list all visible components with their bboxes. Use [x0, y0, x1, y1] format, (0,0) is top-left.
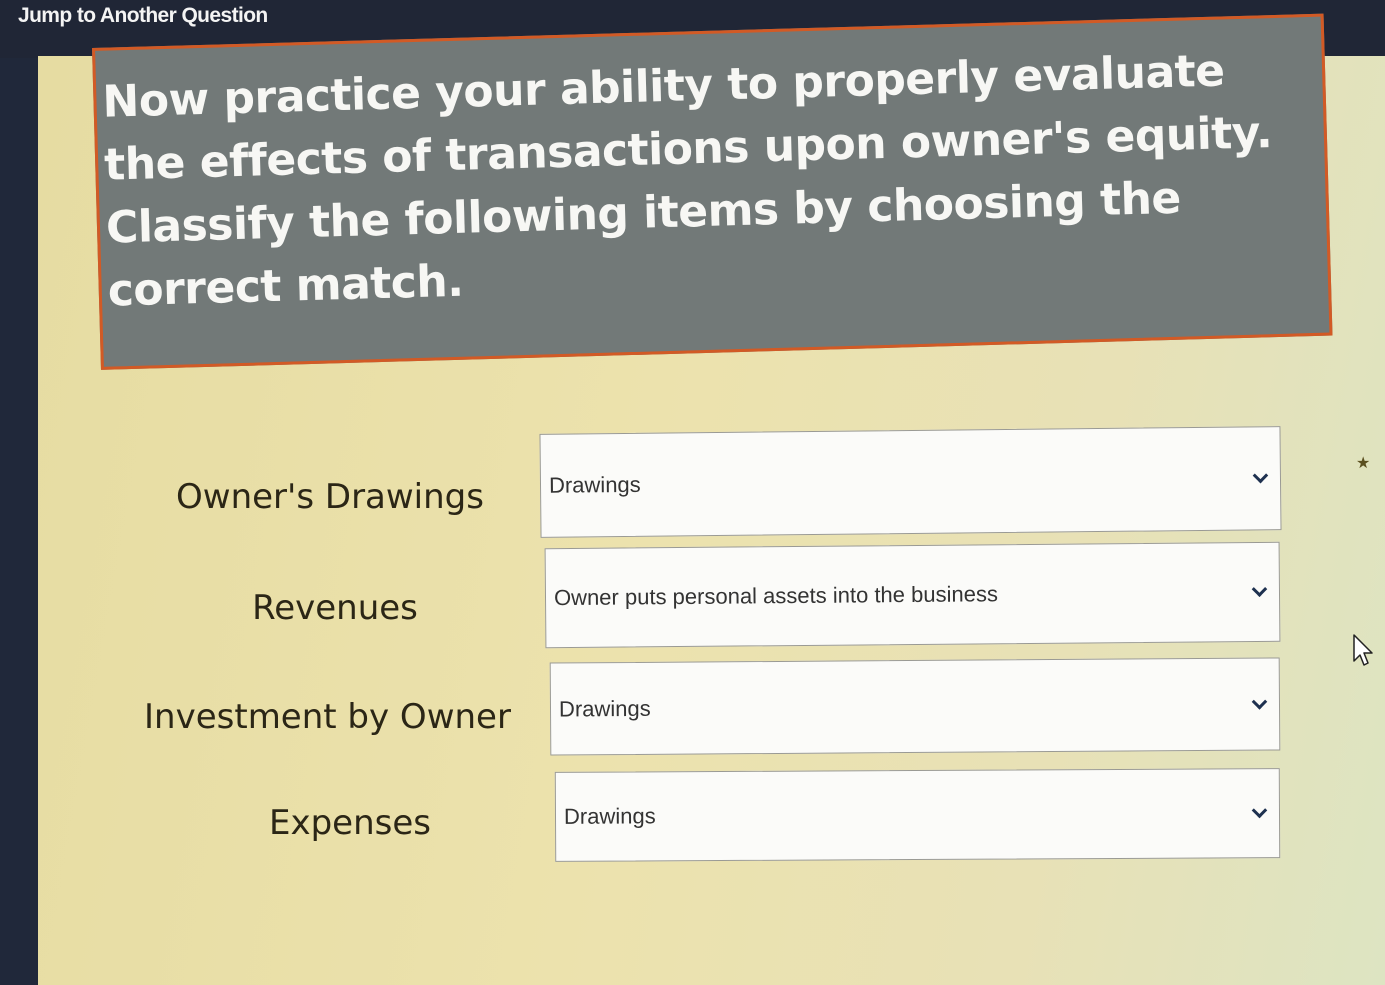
label-owners-drawings: Owner's Drawings: [176, 477, 484, 517]
match-select-expenses[interactable]: Drawings: [554, 768, 1281, 862]
selected-value: Drawings: [563, 803, 656, 829]
chevron-down-icon: [1251, 581, 1268, 597]
label-expenses: Expenses: [269, 803, 431, 843]
instruction-box: Now practice your ability to properly ev…: [92, 13, 1333, 370]
chevron-down-icon: [1252, 467, 1269, 484]
match-select-investment-by-owner[interactable]: Drawings: [549, 657, 1281, 756]
match-select-owners-drawings[interactable]: Drawings: [539, 426, 1282, 538]
selected-value: Drawings: [558, 695, 651, 721]
instruction-text: Now practice your ability to properly ev…: [101, 45, 1273, 317]
chevron-down-icon: [1251, 802, 1268, 819]
star-marker-icon: ★: [1356, 453, 1371, 472]
left-edge: [0, 58, 40, 985]
mouse-pointer-icon: [1353, 634, 1373, 666]
label-revenues: Revenues: [252, 588, 418, 628]
label-investment-by-owner: Investment by Owner: [144, 697, 511, 737]
selected-value: Owner puts personal assets into the busi…: [553, 581, 999, 611]
jump-to-another-question-link[interactable]: Jump to Another Question: [18, 4, 268, 28]
selected-value: Drawings: [548, 471, 641, 498]
match-select-revenues[interactable]: Owner puts personal assets into the busi…: [544, 541, 1281, 649]
chevron-down-icon: [1251, 693, 1268, 710]
